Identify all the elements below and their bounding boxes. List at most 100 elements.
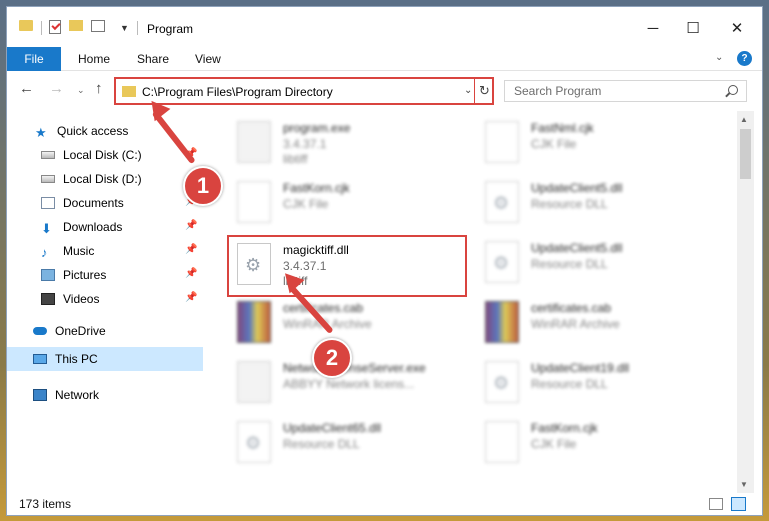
nav-item-documents[interactable]: Documents [41,192,124,214]
navigation-pane: ★ Quick access Local Disk (C:) 📌 Local D… [7,111,203,493]
download-icon: ⬇ [41,221,52,236]
nav-item-this-pc[interactable]: This PC [33,348,98,370]
file-list: program.exe 3.4.37.1 libtiff FastNml.cjk… [217,111,737,493]
file-name: UpdateClient5.dll [531,181,623,195]
file-detail: libtiff [283,152,308,166]
file-item[interactable]: FastKorn.cjk CJK File [227,175,467,231]
nav-item-label: This PC [55,352,98,366]
properties-check-icon[interactable] [49,20,61,34]
address-bar[interactable]: C:\Program Files\Program Directory ⌄ ↻ [114,77,494,105]
file-item[interactable]: UpdateClient5.dll Resource DLL [475,235,715,291]
nav-item-downloads[interactable]: ⬇ Downloads [41,216,122,238]
forward-arrow-icon[interactable]: → [49,80,64,97]
pin-icon[interactable]: 📌 [185,292,197,303]
pin-icon[interactable]: 📌 [185,220,197,231]
address-path[interactable]: C:\Program Files\Program Directory [142,85,333,99]
onedrive-icon [33,327,47,335]
back-arrow-icon[interactable]: ← [19,80,34,97]
tab-share[interactable]: Share [137,52,169,66]
dll-file-icon [237,421,271,463]
nav-item-label: Downloads [63,220,123,234]
file-detail: CJK File [531,137,577,151]
scroll-up-icon[interactable]: ▲ [740,115,748,124]
videos-icon [41,293,55,305]
file-item[interactable]: FastKorn.cjk CJK File [475,415,715,471]
ribbon-tabs: File Home Share View ⌄ ? [7,47,762,71]
pin-icon[interactable]: 📌 [185,268,197,279]
pin-icon[interactable]: 📌 [185,244,197,255]
recent-locations-chevron-icon[interactable]: ⌄ [77,85,85,96]
scroll-down-icon[interactable]: ▼ [740,480,748,489]
file-item[interactable]: UpdateClient65.dll Resource DLL [227,415,467,471]
minimize-button[interactable]: ─ [633,15,673,41]
close-button[interactable]: ✕ [717,15,757,41]
tab-home[interactable]: Home [78,52,110,66]
exe-file-icon [237,361,271,403]
nav-item-label: Local Disk (D:) [63,172,142,186]
file-icon [237,181,271,223]
address-history-chevron-icon[interactable]: ⌄ [464,85,472,96]
file-item[interactable]: UpdateClient19.dll Resource DLL [475,355,715,411]
details-view-icon[interactable] [709,498,723,510]
nav-item-onedrive[interactable]: OneDrive [33,320,106,342]
new-folder-icon[interactable] [69,20,83,31]
file-name: certificates.cab [531,301,612,315]
file-item[interactable]: certificates.cab WinRAR Archive [227,295,467,351]
vertical-scrollbar[interactable]: ▲ ▼ [737,111,754,493]
status-bar: 173 items [7,493,762,515]
nav-item-label: Pictures [63,268,107,282]
disk-icon [41,175,55,183]
file-explorer-window: ▼ Program ─ ☐ ✕ File Home Share View ⌄ ?… [6,6,763,516]
exe-file-icon [237,121,271,163]
nav-item-label: Network [55,388,100,402]
nav-item-pictures[interactable]: Pictures [41,264,106,286]
nav-item-quick-access[interactable]: ★ Quick access [35,120,128,142]
tab-file[interactable]: File [7,47,61,71]
tab-view[interactable]: View [195,52,221,66]
properties-icon[interactable] [91,20,105,32]
file-item[interactable]: program.exe 3.4.37.1 libtiff [227,115,467,171]
file-name: certificates.cab [283,301,364,315]
file-name: NetworkLicenseServer.exe [283,361,426,375]
file-icon [485,421,519,463]
search-input[interactable]: Search Program [504,80,747,102]
file-item[interactable]: UpdateClient5.dll Resource DLL [475,175,715,231]
nav-item-local-disk-c[interactable]: Local Disk (C:) [41,144,142,166]
nav-item-label: Music [63,244,95,258]
archive-file-icon [237,301,271,343]
nav-item-label: Quick access [57,124,129,138]
divider [41,21,42,35]
help-icon[interactable]: ? [737,51,752,66]
nav-item-label: Videos [63,292,100,306]
expand-ribbon-chevron-icon[interactable]: ⌄ [715,52,723,63]
nav-item-network[interactable]: Network [33,384,99,406]
search-placeholder: Search Program [514,84,602,98]
customize-quick-access-chevron-icon[interactable]: ▼ [120,20,129,36]
maximize-button[interactable]: ☐ [673,15,713,41]
file-detail: CJK File [283,197,329,211]
file-name: UpdateClient65.dll [283,421,382,435]
file-detail: 3.4.37.1 [283,137,327,151]
network-icon [33,389,47,401]
file-item[interactable]: FastNml.cjk CJK File [475,115,715,171]
file-icon [485,121,519,163]
nav-item-music[interactable]: ♪ Music [41,240,94,262]
refresh-icon[interactable]: ↻ [474,77,494,105]
nav-item-videos[interactable]: Videos [41,288,99,310]
file-name: program.exe [283,121,351,135]
search-icon[interactable] [728,85,738,95]
nav-item-label: Documents [63,196,124,210]
file-item[interactable]: certificates.cab WinRAR Archive [475,295,715,351]
file-detail: Resource DLL [531,257,608,271]
scroll-thumb[interactable] [740,129,751,179]
file-detail: ABBYY Network licens... [283,377,415,391]
archive-file-icon [485,301,519,343]
step-badge-1: 1 [183,166,223,206]
step-badge-2: 2 [312,338,352,378]
large-icons-view-icon[interactable] [731,497,746,511]
nav-item-local-disk-d[interactable]: Local Disk (D:) [41,168,142,190]
nav-item-label: OneDrive [55,324,106,338]
up-arrow-icon[interactable]: ↑ [95,80,103,97]
folder-icon [122,86,136,97]
music-icon: ♪ [41,245,48,260]
